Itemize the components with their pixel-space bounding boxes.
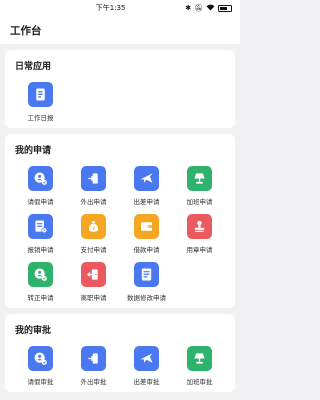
- status-time: 下午1:35: [95, 4, 126, 12]
- page-title: 工作台: [10, 24, 42, 37]
- status-icons: ✱ 🔕︎: [185, 4, 232, 13]
- document-edit-icon: [134, 262, 159, 287]
- app-label: 转正申请: [27, 294, 54, 302]
- app-label: 支付申请: [80, 246, 107, 254]
- app-label: 用章申请: [186, 246, 213, 254]
- app-label: 外出申请: [80, 198, 107, 206]
- app-overtime-request[interactable]: 加班申请: [173, 166, 226, 206]
- airplane-icon: [134, 166, 159, 191]
- app-resign-request[interactable]: 离职申请: [67, 262, 120, 302]
- go-out-icon: [81, 346, 106, 371]
- app-label: 出差审批: [133, 378, 160, 386]
- regularize-icon: [28, 262, 53, 287]
- app-payment-request[interactable]: ¥ 支付申请: [67, 214, 120, 254]
- report-icon: [28, 82, 53, 107]
- app-label: 借款申请: [133, 246, 160, 254]
- app-go-out-request[interactable]: 外出申请: [67, 166, 120, 206]
- lamp-icon: [187, 166, 212, 191]
- section-title: 日常应用: [15, 62, 52, 72]
- app-label: 加班申请: [186, 198, 213, 206]
- status-bar: 下午1:35 ✱ 🔕︎: [0, 0, 240, 16]
- svg-text:¥: ¥: [92, 226, 95, 232]
- lamp-icon: [187, 346, 212, 371]
- app-business-trip-request[interactable]: 出差申请: [120, 166, 173, 206]
- app-work-report[interactable]: 工作日报: [14, 82, 67, 122]
- section-title: 我的审批: [15, 326, 52, 336]
- airplane-icon: [134, 346, 159, 371]
- app-label: 请假审批: [27, 378, 54, 386]
- reimburse-icon: ¥: [28, 214, 53, 239]
- app-overtime-approval[interactable]: 加班审批: [173, 346, 226, 386]
- page-header: 工作台: [0, 16, 240, 44]
- app-seal-request[interactable]: 用章申请: [173, 214, 226, 254]
- resign-icon: [81, 262, 106, 287]
- section-title: 我的申请: [15, 146, 52, 156]
- app-loan-request[interactable]: 借款申请: [120, 214, 173, 254]
- go-out-icon: [81, 166, 106, 191]
- main-content: 日常应用 工作日报 我的申请 请假申请 外出申请 出差申请 加班申请 ¥ 报销申…: [0, 44, 240, 392]
- app-regularize-request[interactable]: 转正申请: [14, 262, 67, 302]
- app-label: 请假申请: [27, 198, 54, 206]
- section-my-requests: 我的申请 请假申请 外出申请 出差申请 加班申请 ¥ 报销申请 ¥ 支付申请 借…: [5, 134, 235, 308]
- app-label: 报销申请: [27, 246, 54, 254]
- app-label: 外出审批: [80, 378, 107, 386]
- app-reimburse-request[interactable]: ¥ 报销申请: [14, 214, 67, 254]
- app-label: 数据修改申请: [127, 294, 166, 302]
- stamp-icon: [187, 214, 212, 239]
- app-business-trip-approval[interactable]: 出差审批: [120, 346, 173, 386]
- battery-icon: [218, 4, 232, 12]
- app-go-out-approval[interactable]: 外出审批: [67, 346, 120, 386]
- app-data-change-request[interactable]: 数据修改申请: [120, 262, 173, 302]
- app-leave-request[interactable]: 请假申请: [14, 166, 67, 206]
- app-label: 出差申请: [133, 198, 160, 206]
- app-label: 离职申请: [80, 294, 107, 302]
- app-leave-approval[interactable]: 请假审批: [14, 346, 67, 386]
- leave-icon: [28, 346, 53, 371]
- money-bag-icon: ¥: [81, 214, 106, 239]
- wifi-icon: [206, 4, 215, 13]
- leave-icon: [28, 166, 53, 191]
- mute-icon: 🔕︎: [194, 4, 203, 12]
- wallet-icon: [134, 214, 159, 239]
- app-label: 加班审批: [186, 378, 213, 386]
- section-daily-apps: 日常应用 工作日报: [5, 50, 235, 128]
- bluetooth-icon: ✱: [185, 4, 192, 12]
- app-label: 工作日报: [27, 114, 54, 122]
- section-my-approvals: 我的审批 请假审批 外出审批 出差审批 加班审批: [5, 314, 235, 392]
